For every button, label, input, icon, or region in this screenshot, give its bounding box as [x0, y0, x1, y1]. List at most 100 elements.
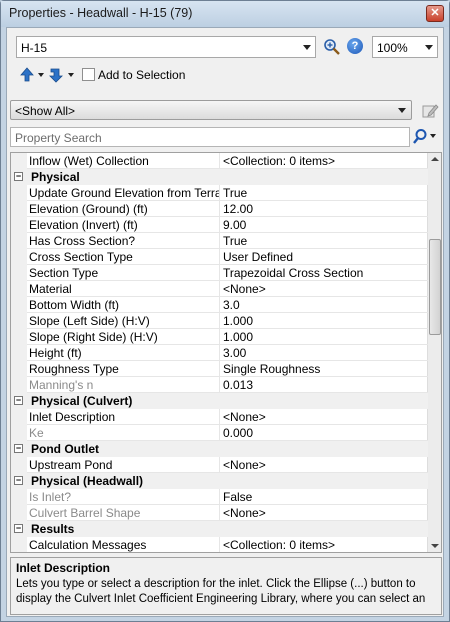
column-separator: [219, 265, 220, 281]
property-name: Manning's n: [29, 378, 94, 392]
property-grid[interactable]: Inflow (Wet) Collection <Collection: 0 it…: [10, 152, 442, 553]
navigate-up-icon[interactable]: [19, 66, 47, 84]
property-row[interactable]: Has Cross Section? True: [11, 233, 428, 249]
property-search-placeholder: Property Search: [15, 131, 102, 145]
row-gutter: [11, 217, 27, 233]
property-row[interactable]: Is Inlet? False: [11, 489, 428, 505]
property-value[interactable]: 1.000: [221, 330, 426, 344]
property-name: Elevation (Ground) (ft): [29, 202, 148, 216]
column-separator: [219, 185, 220, 201]
row-gutter: [11, 409, 27, 425]
property-value[interactable]: <None>: [221, 458, 426, 472]
property-name: Culvert Barrel Shape: [29, 506, 141, 520]
collapse-icon[interactable]: −: [14, 172, 23, 181]
element-selector[interactable]: H-15: [16, 36, 316, 58]
property-value[interactable]: 3.00: [221, 346, 426, 360]
category-label: Physical: [31, 170, 80, 184]
close-button[interactable]: ✕: [426, 5, 444, 22]
column-separator: [219, 425, 220, 441]
property-value[interactable]: User Defined: [221, 250, 426, 264]
chevron-down-icon[interactable]: [430, 134, 436, 138]
property-row[interactable]: Inflow (Wet) Collection <Collection: 0 it…: [11, 153, 428, 169]
column-separator: [219, 153, 220, 169]
property-value[interactable]: <None>: [221, 410, 426, 424]
collapse-icon[interactable]: −: [14, 444, 23, 453]
property-name: Height (ft): [29, 346, 82, 360]
property-search-input[interactable]: Property Search: [10, 127, 410, 147]
property-row[interactable]: Elevation (Ground) (ft) 12.00: [11, 201, 428, 217]
title-bar[interactable]: Properties - Headwall - H-15 (79) ✕: [1, 1, 449, 27]
row-gutter: [11, 297, 27, 313]
collapse-icon[interactable]: −: [14, 476, 23, 485]
row-gutter: [11, 425, 27, 441]
property-value: False: [223, 490, 253, 504]
property-value[interactable]: 12.00: [221, 202, 426, 216]
column-separator: [219, 217, 220, 233]
property-value[interactable]: 3.0: [221, 298, 426, 312]
property-name: Calculation Messages: [29, 538, 147, 552]
property-value[interactable]: Trapezoidal Cross Section: [221, 266, 426, 280]
property-row[interactable]: Slope (Right Side) (H:V) 1.000: [11, 329, 428, 345]
property-value[interactable]: 9.00: [221, 218, 426, 232]
property-name: Is Inlet?: [29, 490, 72, 504]
category-row[interactable]: − Physical (Headwall): [11, 473, 428, 489]
column-separator: [219, 281, 220, 297]
property-row[interactable]: Height (ft) 3.00: [11, 345, 428, 361]
collapse-icon[interactable]: −: [14, 524, 23, 533]
scroll-down-icon[interactable]: [431, 544, 439, 548]
row-gutter: [11, 489, 27, 505]
property-row[interactable]: Calculation Messages <Collection: 0 items…: [11, 537, 428, 552]
column-separator: [219, 297, 220, 313]
property-value[interactable]: 1.000: [221, 314, 426, 328]
property-value[interactable]: Single Roughness: [221, 362, 426, 376]
row-gutter: [11, 249, 27, 265]
filter-select[interactable]: <Show All>: [10, 100, 412, 120]
property-row[interactable]: Material <None>: [11, 281, 428, 297]
collapse-icon[interactable]: −: [14, 396, 23, 405]
row-gutter: [11, 537, 27, 552]
category-label: Pond Outlet: [31, 442, 99, 456]
property-value[interactable]: True: [221, 186, 426, 200]
property-row[interactable]: Ke 0.000: [11, 425, 428, 441]
property-name: Roughness Type: [29, 362, 119, 376]
property-name: Material: [29, 282, 72, 296]
property-row[interactable]: Update Ground Elevation from Terrain True: [11, 185, 428, 201]
zoom-level-select[interactable]: 100%: [372, 36, 438, 58]
property-value: 0.000: [223, 426, 254, 440]
column-separator: [219, 329, 220, 345]
property-value[interactable]: <Collection: 0 items>: [221, 154, 426, 168]
panel-body: H-15 ? 100% Add to Selection <Show All>: [6, 27, 444, 617]
zoom-to-icon[interactable]: [323, 38, 341, 56]
help-icon[interactable]: ?: [347, 38, 363, 54]
category-row[interactable]: − Results: [11, 521, 428, 537]
property-name: Inflow (Wet) Collection: [29, 154, 149, 168]
category-row[interactable]: − Physical: [11, 169, 428, 185]
property-value[interactable]: <Collection: 0 items>: [221, 538, 426, 552]
property-row[interactable]: Culvert Barrel Shape <None>: [11, 505, 428, 521]
property-value[interactable]: True: [221, 234, 426, 248]
scroll-up-icon[interactable]: [431, 157, 439, 161]
property-name: Upstream Pond: [29, 458, 113, 472]
add-to-selection-checkbox[interactable]: [82, 68, 95, 81]
scrollbar-thumb[interactable]: [429, 239, 441, 335]
row-gutter: [11, 281, 27, 297]
property-row[interactable]: Inlet Description <None>: [11, 409, 428, 425]
search-icon[interactable]: [412, 128, 430, 146]
property-value[interactable]: <None>: [221, 282, 426, 296]
category-row[interactable]: − Physical (Culvert): [11, 393, 428, 409]
navigate-down-icon[interactable]: [49, 66, 77, 84]
property-row[interactable]: Cross Section Type User Defined: [11, 249, 428, 265]
row-gutter: [11, 377, 27, 393]
property-row[interactable]: Slope (Left Side) (H:V) 1.000: [11, 313, 428, 329]
property-row[interactable]: Upstream Pond <None>: [11, 457, 428, 473]
grid-scrollbar[interactable]: [427, 153, 441, 552]
filter-select-value: <Show All>: [15, 104, 76, 118]
property-row[interactable]: Roughness Type Single Roughness: [11, 361, 428, 377]
property-row[interactable]: Manning's n 0.013: [11, 377, 428, 393]
property-row[interactable]: Section Type Trapezoidal Cross Section: [11, 265, 428, 281]
property-row[interactable]: Elevation (Invert) (ft) 9.00: [11, 217, 428, 233]
edit-icon[interactable]: [421, 102, 439, 120]
category-row[interactable]: − Pond Outlet: [11, 441, 428, 457]
property-row[interactable]: Bottom Width (ft) 3.0: [11, 297, 428, 313]
property-name: Inlet Description: [29, 410, 116, 424]
